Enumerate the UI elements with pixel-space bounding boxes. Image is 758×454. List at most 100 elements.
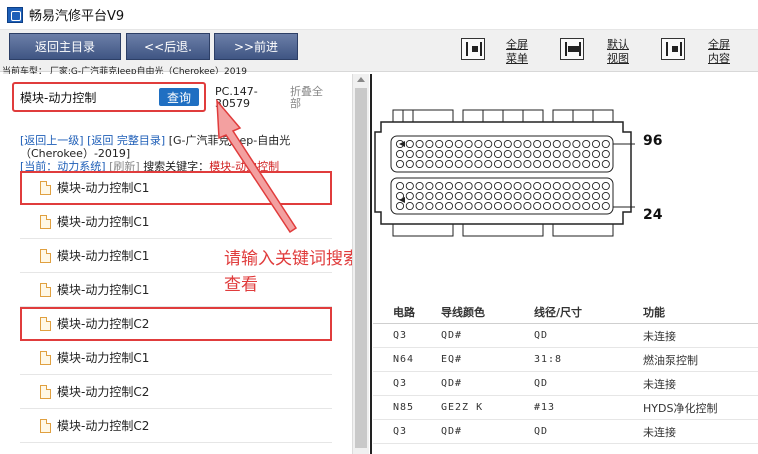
pin-cavity [464,191,473,201]
pin-cavity [542,159,552,169]
pin-cavity [474,139,483,149]
pin-cavity [572,191,581,201]
table-header: 电路 导线颜色 线径/尺寸 功能 [373,300,758,324]
pin-cavity [503,139,512,149]
pin-cavity [562,159,571,169]
pin-cavity [484,201,493,211]
header-function: 功能 [643,305,665,319]
pin-cavity [591,191,601,201]
pin-cavity [513,149,522,159]
left-scrollbar[interactable] [352,74,369,454]
pin-cavity [591,159,601,169]
pin-cavity [542,191,552,201]
right-panel: 96 24 电路 导线颜色 线径/尺寸 功能 Q3 QD# QD 未连接 N64… [373,74,758,454]
pin-cavity [464,181,473,191]
pin-cavity [454,159,463,169]
pin-cavity [572,149,581,159]
pinout-table: 电路 导线颜色 线径/尺寸 功能 Q3 QD# QD 未连接 N64 EQ# 3… [373,300,758,444]
pin-cavity [533,149,542,159]
pin-label-bottom: 24 [643,207,663,223]
pin-cavity [493,139,503,149]
pin-cavity [591,149,601,159]
pin-cavity [552,191,561,201]
pin-cavity [395,181,405,191]
pin-cavity [542,181,552,191]
pin-cavity [572,139,581,149]
pin-cavity [435,149,444,159]
pin-label-top: 96 [643,133,663,149]
pin-cavity [425,149,434,159]
pin-cavity [601,181,610,191]
pin-cavity [552,139,561,149]
pin-cavity [474,191,483,201]
pin-cavity [395,149,405,159]
pin-cavity [552,201,561,211]
pin-cavity [415,149,424,159]
pin-cavity [474,149,483,159]
pin-cavity [601,201,610,211]
pin-cavity [444,149,454,159]
table-row: N85 GE2Z K #13 HYDS净化控制 [373,396,758,420]
pin-cavity [513,159,522,169]
pin-cavity [562,139,571,149]
pin-cavity [503,149,512,159]
pin-cavity [484,181,493,191]
pin-cavity [484,149,493,159]
pin-cavity [542,149,552,159]
panel-divider[interactable] [370,74,372,454]
pin-cavity [435,139,444,149]
pin-cavity [454,181,463,191]
pin-cavity [591,181,601,191]
pin-cavity [582,191,591,201]
pin-cavity [493,201,503,211]
pin-cavity [493,159,503,169]
pin-cavity [493,191,503,201]
table-row: Q3 QD# QD 未连接 [373,324,758,348]
pin-cavity [582,201,591,211]
pin-cavity [454,201,463,211]
pin-cavity [395,159,405,169]
header-circuit: 电路 [393,305,415,319]
pin-cavity [533,139,542,149]
pin-cavity [444,139,454,149]
pin-cavity [513,139,522,149]
pin-cavity [591,201,601,211]
pin-cavity [484,139,493,149]
pin-cavity [582,159,591,169]
pin-cavity [513,191,522,201]
pin-cavity [464,149,473,159]
scroll-thumb[interactable] [355,88,367,448]
pin-cavity [533,201,542,211]
pin-cavity [552,159,561,169]
pin-cavity [503,201,512,211]
pin-cavity [601,159,610,169]
pin-cavity [552,181,561,191]
pin-cavity [572,181,581,191]
pin-cavity [542,139,552,149]
pin-cavity [572,201,581,211]
connector-diagram [374,109,635,237]
pin-cavity [474,201,483,211]
pin-cavity [503,181,512,191]
pin-cavity [444,201,454,211]
pin-cavity [415,159,424,169]
pin-cavity [435,181,444,191]
pin-cavity [601,139,610,149]
scroll-up-icon[interactable] [357,77,365,82]
pin-cavity [405,139,414,149]
pin-cavity [582,181,591,191]
table-row: Q3 QD# QD 未连接 [373,372,758,396]
pin-cavity [415,201,424,211]
pin-cavity [562,201,571,211]
pin-cavity [454,139,463,149]
pin-cavity [591,139,601,149]
pin-cavity [464,139,473,149]
pin-cavity [464,201,473,211]
pin-cavity [435,159,444,169]
pin-cavity [425,139,434,149]
pin-cavity [582,149,591,159]
header-wire-color: 导线颜色 [441,305,485,319]
pin-cavity [513,181,522,191]
pin-cavity [454,191,463,201]
pin-cavity [474,159,483,169]
